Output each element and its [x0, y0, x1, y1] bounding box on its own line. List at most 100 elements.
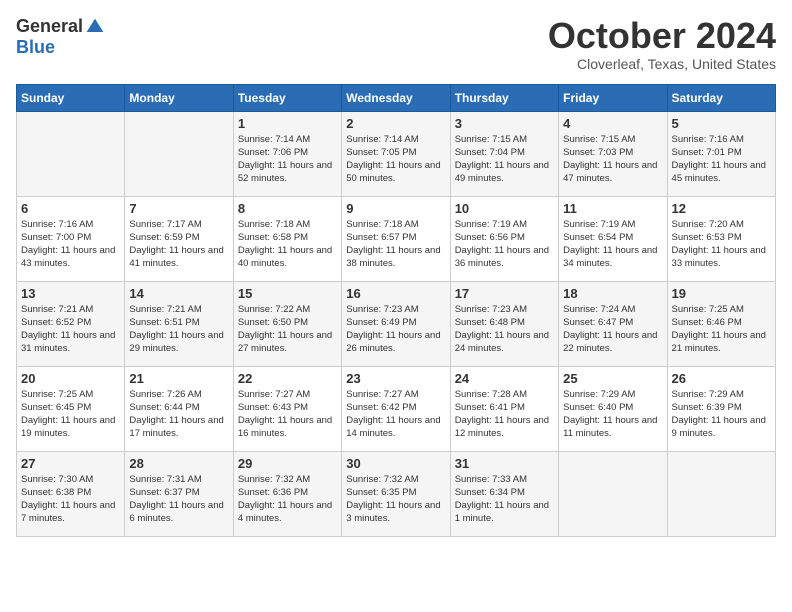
- calendar-cell: 7 Sunrise: 7:17 AM Sunset: 6:59 PM Daylig…: [125, 196, 233, 281]
- day-number: 9: [346, 201, 445, 216]
- calendar-cell: 31 Sunrise: 7:33 AM Sunset: 6:34 PM Dayli…: [450, 451, 558, 536]
- cell-info: Sunrise: 7:15 AM Sunset: 7:03 PM Dayligh…: [563, 133, 662, 186]
- day-number: 5: [672, 116, 771, 131]
- cell-info: Sunrise: 7:26 AM Sunset: 6:44 PM Dayligh…: [129, 388, 228, 441]
- cell-info: Sunrise: 7:16 AM Sunset: 7:01 PM Dayligh…: [672, 133, 771, 186]
- day-of-week-header: Friday: [559, 84, 667, 111]
- cell-info: Sunrise: 7:28 AM Sunset: 6:41 PM Dayligh…: [455, 388, 554, 441]
- day-of-week-header: Wednesday: [342, 84, 450, 111]
- cell-info: Sunrise: 7:21 AM Sunset: 6:51 PM Dayligh…: [129, 303, 228, 356]
- page-header: General Blue October 2024 Cloverleaf, Te…: [16, 16, 776, 72]
- day-number: 12: [672, 201, 771, 216]
- cell-info: Sunrise: 7:20 AM Sunset: 6:53 PM Dayligh…: [672, 218, 771, 271]
- day-number: 28: [129, 456, 228, 471]
- cell-info: Sunrise: 7:27 AM Sunset: 6:42 PM Dayligh…: [346, 388, 445, 441]
- day-number: 15: [238, 286, 337, 301]
- cell-info: Sunrise: 7:16 AM Sunset: 7:00 PM Dayligh…: [21, 218, 120, 271]
- calendar-week-row: 13Sunrise: 7:21 AM Sunset: 6:52 PM Dayli…: [17, 281, 776, 366]
- calendar-cell: 27Sunrise: 7:30 AM Sunset: 6:38 PM Dayli…: [17, 451, 125, 536]
- day-number: 22: [238, 371, 337, 386]
- calendar-cell: 4 Sunrise: 7:15 AM Sunset: 7:03 PM Daylig…: [559, 111, 667, 196]
- cell-info: Sunrise: 7:15 AM Sunset: 7:04 PM Dayligh…: [455, 133, 554, 186]
- calendar-cell: 23 Sunrise: 7:27 AM Sunset: 6:42 PM Dayli…: [342, 366, 450, 451]
- calendar-cell: 22Sunrise: 7:27 AM Sunset: 6:43 PM Dayli…: [233, 366, 341, 451]
- day-number: 25: [563, 371, 662, 386]
- cell-info: Sunrise: 7:23 AM Sunset: 6:49 PM Dayligh…: [346, 303, 445, 356]
- cell-info: Sunrise: 7:17 AM Sunset: 6:59 PM Dayligh…: [129, 218, 228, 271]
- cell-info: Sunrise: 7:30 AM Sunset: 6:38 PM Dayligh…: [21, 473, 120, 526]
- calendar-cell: 19 Sunrise: 7:25 AM Sunset: 6:46 PM Dayli…: [667, 281, 775, 366]
- cell-info: Sunrise: 7:33 AM Sunset: 6:34 PM Dayligh…: [455, 473, 554, 526]
- calendar-cell: 26 Sunrise: 7:29 AM Sunset: 6:39 PM Dayli…: [667, 366, 775, 451]
- cell-info: Sunrise: 7:31 AM Sunset: 6:37 PM Dayligh…: [129, 473, 228, 526]
- day-number: 30: [346, 456, 445, 471]
- day-of-week-header: Saturday: [667, 84, 775, 111]
- cell-info: Sunrise: 7:25 AM Sunset: 6:46 PM Dayligh…: [672, 303, 771, 356]
- day-number: 31: [455, 456, 554, 471]
- logo-icon: [85, 17, 105, 37]
- cell-info: Sunrise: 7:14 AM Sunset: 7:06 PM Dayligh…: [238, 133, 337, 186]
- calendar-cell: 29 Sunrise: 7:32 AM Sunset: 6:36 PM Dayli…: [233, 451, 341, 536]
- cell-info: Sunrise: 7:29 AM Sunset: 6:39 PM Dayligh…: [672, 388, 771, 441]
- title-block: October 2024 Cloverleaf, Texas, United S…: [548, 16, 776, 72]
- calendar-cell: [559, 451, 667, 536]
- day-number: 4: [563, 116, 662, 131]
- calendar-cell: 2Sunrise: 7:14 AM Sunset: 7:05 PM Daylig…: [342, 111, 450, 196]
- calendar-week-row: 6Sunrise: 7:16 AM Sunset: 7:00 PM Daylig…: [17, 196, 776, 281]
- calendar-cell: 15 Sunrise: 7:22 AM Sunset: 6:50 PM Dayli…: [233, 281, 341, 366]
- cell-info: Sunrise: 7:32 AM Sunset: 6:36 PM Dayligh…: [238, 473, 337, 526]
- cell-info: Sunrise: 7:18 AM Sunset: 6:58 PM Dayligh…: [238, 218, 337, 271]
- day-number: 14: [129, 286, 228, 301]
- calendar-week-row: 20Sunrise: 7:25 AM Sunset: 6:45 PM Dayli…: [17, 366, 776, 451]
- calendar-cell: 24Sunrise: 7:28 AM Sunset: 6:41 PM Dayli…: [450, 366, 558, 451]
- logo: General Blue: [16, 16, 105, 58]
- logo-general-text: General: [16, 16, 83, 37]
- day-number: 1: [238, 116, 337, 131]
- calendar-cell: 8Sunrise: 7:18 AM Sunset: 6:58 PM Daylig…: [233, 196, 341, 281]
- calendar-cell: 10 Sunrise: 7:19 AM Sunset: 6:56 PM Dayli…: [450, 196, 558, 281]
- day-number: 20: [21, 371, 120, 386]
- calendar-cell: 20Sunrise: 7:25 AM Sunset: 6:45 PM Dayli…: [17, 366, 125, 451]
- day-number: 29: [238, 456, 337, 471]
- calendar-cell: 21 Sunrise: 7:26 AM Sunset: 6:44 PM Dayli…: [125, 366, 233, 451]
- day-of-week-header: Sunday: [17, 84, 125, 111]
- day-number: 16: [346, 286, 445, 301]
- logo-blue-text: Blue: [16, 37, 55, 58]
- calendar-cell: 12 Sunrise: 7:20 AM Sunset: 6:53 PM Dayli…: [667, 196, 775, 281]
- day-number: 17: [455, 286, 554, 301]
- calendar-week-row: 27Sunrise: 7:30 AM Sunset: 6:38 PM Dayli…: [17, 451, 776, 536]
- cell-info: Sunrise: 7:32 AM Sunset: 6:35 PM Dayligh…: [346, 473, 445, 526]
- day-number: 10: [455, 201, 554, 216]
- day-number: 19: [672, 286, 771, 301]
- header-row: SundayMondayTuesdayWednesdayThursdayFrid…: [17, 84, 776, 111]
- month-title: October 2024: [548, 16, 776, 56]
- calendar-cell: 6Sunrise: 7:16 AM Sunset: 7:00 PM Daylig…: [17, 196, 125, 281]
- cell-info: Sunrise: 7:23 AM Sunset: 6:48 PM Dayligh…: [455, 303, 554, 356]
- day-number: 11: [563, 201, 662, 216]
- cell-info: Sunrise: 7:29 AM Sunset: 6:40 PM Dayligh…: [563, 388, 662, 441]
- calendar-cell: [667, 451, 775, 536]
- calendar-cell: 3 Sunrise: 7:15 AM Sunset: 7:04 PM Daylig…: [450, 111, 558, 196]
- location-text: Cloverleaf, Texas, United States: [548, 56, 776, 72]
- day-number: 18: [563, 286, 662, 301]
- day-of-week-header: Thursday: [450, 84, 558, 111]
- calendar-cell: 5 Sunrise: 7:16 AM Sunset: 7:01 PM Daylig…: [667, 111, 775, 196]
- day-number: 7: [129, 201, 228, 216]
- cell-info: Sunrise: 7:19 AM Sunset: 6:56 PM Dayligh…: [455, 218, 554, 271]
- calendar-cell: 1 Sunrise: 7:14 AM Sunset: 7:06 PM Daylig…: [233, 111, 341, 196]
- calendar-cell: 18Sunrise: 7:24 AM Sunset: 6:47 PM Dayli…: [559, 281, 667, 366]
- cell-info: Sunrise: 7:22 AM Sunset: 6:50 PM Dayligh…: [238, 303, 337, 356]
- calendar-cell: 11Sunrise: 7:19 AM Sunset: 6:54 PM Dayli…: [559, 196, 667, 281]
- day-of-week-header: Monday: [125, 84, 233, 111]
- cell-info: Sunrise: 7:14 AM Sunset: 7:05 PM Dayligh…: [346, 133, 445, 186]
- calendar-cell: 28 Sunrise: 7:31 AM Sunset: 6:37 PM Dayli…: [125, 451, 233, 536]
- day-number: 26: [672, 371, 771, 386]
- day-number: 3: [455, 116, 554, 131]
- day-number: 13: [21, 286, 120, 301]
- calendar-cell: [17, 111, 125, 196]
- calendar-cell: [125, 111, 233, 196]
- day-number: 23: [346, 371, 445, 386]
- day-of-week-header: Tuesday: [233, 84, 341, 111]
- calendar-cell: 17 Sunrise: 7:23 AM Sunset: 6:48 PM Dayli…: [450, 281, 558, 366]
- day-number: 21: [129, 371, 228, 386]
